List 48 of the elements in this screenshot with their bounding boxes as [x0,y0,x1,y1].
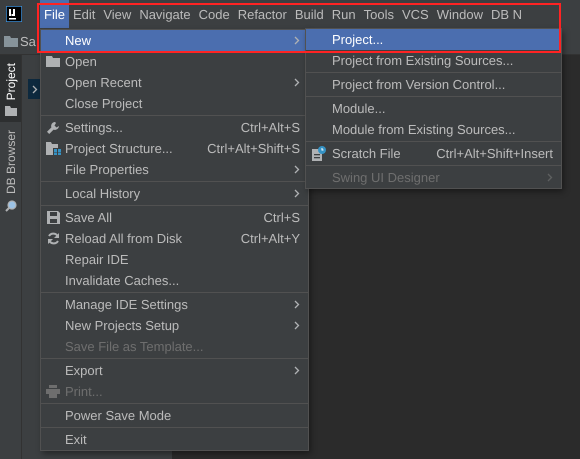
tool-window-tab[interactable]: DB Browser [0,122,21,218]
menu-item[interactable]: Invalidate Caches... [41,270,308,291]
folder-grid-icon [46,142,60,155]
folder-icon [4,36,18,46]
save-icon [46,211,60,224]
document-clock-icon [312,146,326,161]
menu-item[interactable]: New [41,30,308,51]
menu-item[interactable]: Project... [306,29,561,50]
printer-icon [46,385,60,398]
wrench-icon [46,120,60,134]
menu-item[interactable]: Local History [41,183,308,204]
menu-bar-item[interactable]: Build [290,0,328,28]
breadcrumb-text[interactable]: Sa [20,34,36,48]
menu-item[interactable]: Open [41,51,308,72]
reload-icon [46,232,60,245]
menu-item[interactable]: Close Project [41,93,308,114]
menu-bar-item[interactable]: Navigate [135,0,195,28]
menu-item[interactable]: Module... [306,98,561,119]
magnifier-icon [4,200,16,212]
menu-bar-item[interactable]: Window [432,0,487,28]
menu-bar-item[interactable]: DB N [486,0,526,28]
menu-bar-item[interactable]: View [99,0,136,28]
menu-item[interactable]: File Properties [41,159,308,180]
menu-item[interactable]: Reload All from Disk Ctrl+Alt+Y [41,228,308,249]
menu-item[interactable]: Export [41,360,308,381]
folder-icon [4,106,16,116]
app-logo-icon [6,6,22,22]
menu-item[interactable]: Save All Ctrl+S [41,207,308,228]
menu-bar-item[interactable]: Code [194,0,234,28]
menu-item[interactable]: Project Structure... Ctrl+Alt+Shift+S [41,138,308,159]
tool-window-tab[interactable]: Project [0,55,21,122]
menu-item[interactable]: Repair IDE [41,249,308,270]
menu-bar-item[interactable]: Run [328,0,360,28]
menu-item[interactable]: Scratch File Ctrl+Alt+Shift+Insert [306,143,561,164]
menu-item[interactable]: Module from Existing Sources... [306,119,561,140]
menu-item[interactable]: Project from Version Control... [306,74,561,95]
menu-item[interactable]: Project from Existing Sources... [306,50,561,71]
menu-item[interactable]: Manage IDE Settings [41,294,308,315]
menu-bar-item[interactable]: File [40,0,69,28]
menu-bar-item[interactable]: Tools [360,0,398,28]
menu-bar-item[interactable]: Edit [68,0,100,28]
menu-item[interactable]: Exit [41,429,308,450]
menu-item[interactable]: Open Recent [41,72,308,93]
menu-bar-item[interactable]: Refactor [234,0,291,28]
menu-item[interactable]: Power Save Mode [41,405,308,426]
menu-item[interactable]: Settings... Ctrl+Alt+S [41,117,308,138]
menu-bar-item[interactable]: VCS [398,0,433,28]
menu-item[interactable]: New Projects Setup [41,315,308,336]
